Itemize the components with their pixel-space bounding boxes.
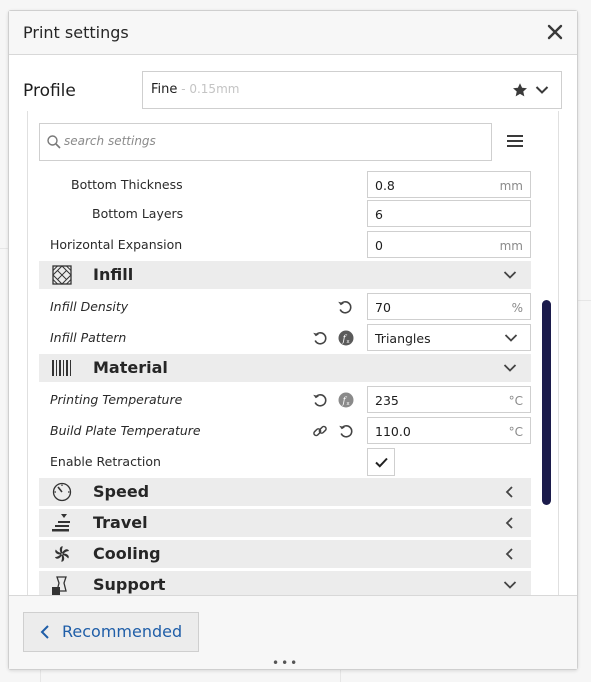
chevron-left-icon	[40, 625, 49, 639]
star-icon[interactable]	[511, 82, 529, 98]
chevron-down-icon	[503, 271, 517, 279]
setting-label: Bottom Thickness	[71, 177, 183, 192]
infill-pattern-select[interactable]: Triangles	[367, 324, 531, 351]
travel-icon	[52, 514, 70, 532]
category-label: Material	[93, 358, 168, 377]
checkmark-icon	[375, 457, 388, 468]
field-unit: °C	[508, 425, 523, 439]
profile-layer-height: - 0.15mm	[177, 82, 240, 96]
setting-label: Horizontal Expansion	[50, 237, 183, 252]
speed-icon	[52, 482, 72, 502]
settings-scrollbar[interactable]	[542, 300, 551, 505]
panel-header: Print settings	[9, 11, 577, 55]
support-icon	[52, 576, 67, 595]
category-infill[interactable]: Infill	[39, 261, 531, 289]
chevron-left-icon	[505, 548, 513, 560]
setting-label: Enable Retraction	[50, 454, 161, 469]
field-unit: %	[511, 301, 523, 315]
field-unit: °C	[508, 394, 523, 408]
chevron-left-icon	[505, 517, 513, 529]
setting-row-printing-temperature: Printing Temperature f x 235 °C	[39, 386, 531, 414]
function-icon[interactable]: f x	[338, 392, 354, 408]
recommended-label: Recommended	[62, 622, 183, 641]
printing-temperature-field[interactable]: 235 °C	[367, 386, 531, 413]
search-icon	[47, 135, 61, 149]
reset-icon[interactable]	[337, 299, 353, 315]
profile-name-text: Fine	[151, 82, 178, 97]
setting-row-build-plate-temperature: Build Plate Temperature 110.0 °C	[39, 417, 531, 445]
field-value: 235	[375, 393, 399, 408]
reset-icon[interactable]	[338, 423, 354, 439]
setting-row-infill-density: Infill Density 70 %	[39, 293, 531, 321]
setting-label: Build Plate Temperature	[50, 423, 201, 438]
field-value: 70	[375, 300, 391, 315]
category-cooling[interactable]: Cooling	[39, 540, 531, 568]
reset-icon[interactable]	[312, 330, 328, 346]
panel-title: Print settings	[23, 23, 129, 42]
profile-label: Profile	[23, 81, 76, 101]
bottom-layers-field[interactable]: 6	[367, 200, 531, 227]
category-label: Travel	[93, 513, 148, 532]
category-support[interactable]: Support	[39, 571, 531, 595]
category-label: Support	[93, 575, 166, 594]
infill-icon	[52, 265, 72, 285]
chevron-down-icon	[503, 364, 517, 372]
field-value: Triangles	[375, 331, 431, 346]
close-button[interactable]	[545, 22, 565, 42]
category-label: Infill	[93, 265, 134, 284]
chevron-down-icon	[504, 334, 518, 342]
setting-row-infill-pattern: Infill Pattern f x Triangles	[39, 324, 531, 352]
setting-label: Printing Temperature	[50, 392, 183, 407]
setting-label: Bottom Layers	[92, 206, 184, 221]
link-icon[interactable]	[312, 423, 328, 439]
cooling-icon	[55, 546, 69, 562]
setting-row-enable-retraction: Enable Retraction	[39, 448, 531, 476]
bottom-thickness-field[interactable]: 0.8 mm	[367, 171, 531, 198]
category-material[interactable]: Material	[39, 354, 531, 382]
enable-retraction-checkbox[interactable]	[367, 448, 395, 476]
profile-name: Fine - 0.15mm	[151, 82, 239, 97]
resize-handle[interactable]: •••	[272, 656, 299, 670]
search-field[interactable]	[39, 123, 492, 161]
reset-icon[interactable]	[312, 392, 328, 408]
infill-density-field[interactable]: 70 %	[367, 293, 531, 320]
field-value: 0.8	[375, 178, 395, 193]
setting-label: Infill Density	[50, 299, 129, 314]
chevron-left-icon	[505, 486, 513, 498]
menu-icon[interactable]	[506, 133, 524, 149]
profile-selector[interactable]: Fine - 0.15mm	[142, 71, 562, 109]
category-label: Cooling	[93, 544, 161, 563]
recommended-button[interactable]: Recommended	[23, 612, 199, 652]
setting-row-bottom-layers: Bottom Layers 6	[39, 200, 531, 228]
print-settings-panel: Print settings Profile Fine - 0.15mm Bot…	[8, 10, 578, 670]
field-value: 0	[375, 238, 383, 253]
field-unit: mm	[499, 239, 523, 253]
category-speed[interactable]: Speed	[39, 478, 531, 506]
setting-label: Infill Pattern	[50, 330, 127, 345]
setting-row-bottom-thickness: Bottom Thickness 0.8 mm	[39, 171, 531, 199]
chevron-down-icon	[503, 581, 517, 589]
setting-row-horizontal-expansion: Horizontal Expansion 0 mm	[39, 231, 531, 259]
category-label: Speed	[93, 482, 150, 501]
chevron-down-icon[interactable]	[535, 82, 549, 98]
function-icon[interactable]: f x	[338, 330, 354, 346]
close-icon	[547, 24, 563, 40]
category-travel[interactable]: Travel	[39, 509, 531, 537]
horizontal-expansion-field[interactable]: 0 mm	[367, 231, 531, 258]
field-value: 110.0	[375, 424, 411, 439]
search-input[interactable]	[62, 133, 476, 149]
material-icon	[52, 360, 71, 376]
build-plate-temperature-field[interactable]: 110.0 °C	[367, 417, 531, 444]
field-unit: mm	[499, 179, 523, 193]
field-value: 6	[375, 207, 383, 222]
